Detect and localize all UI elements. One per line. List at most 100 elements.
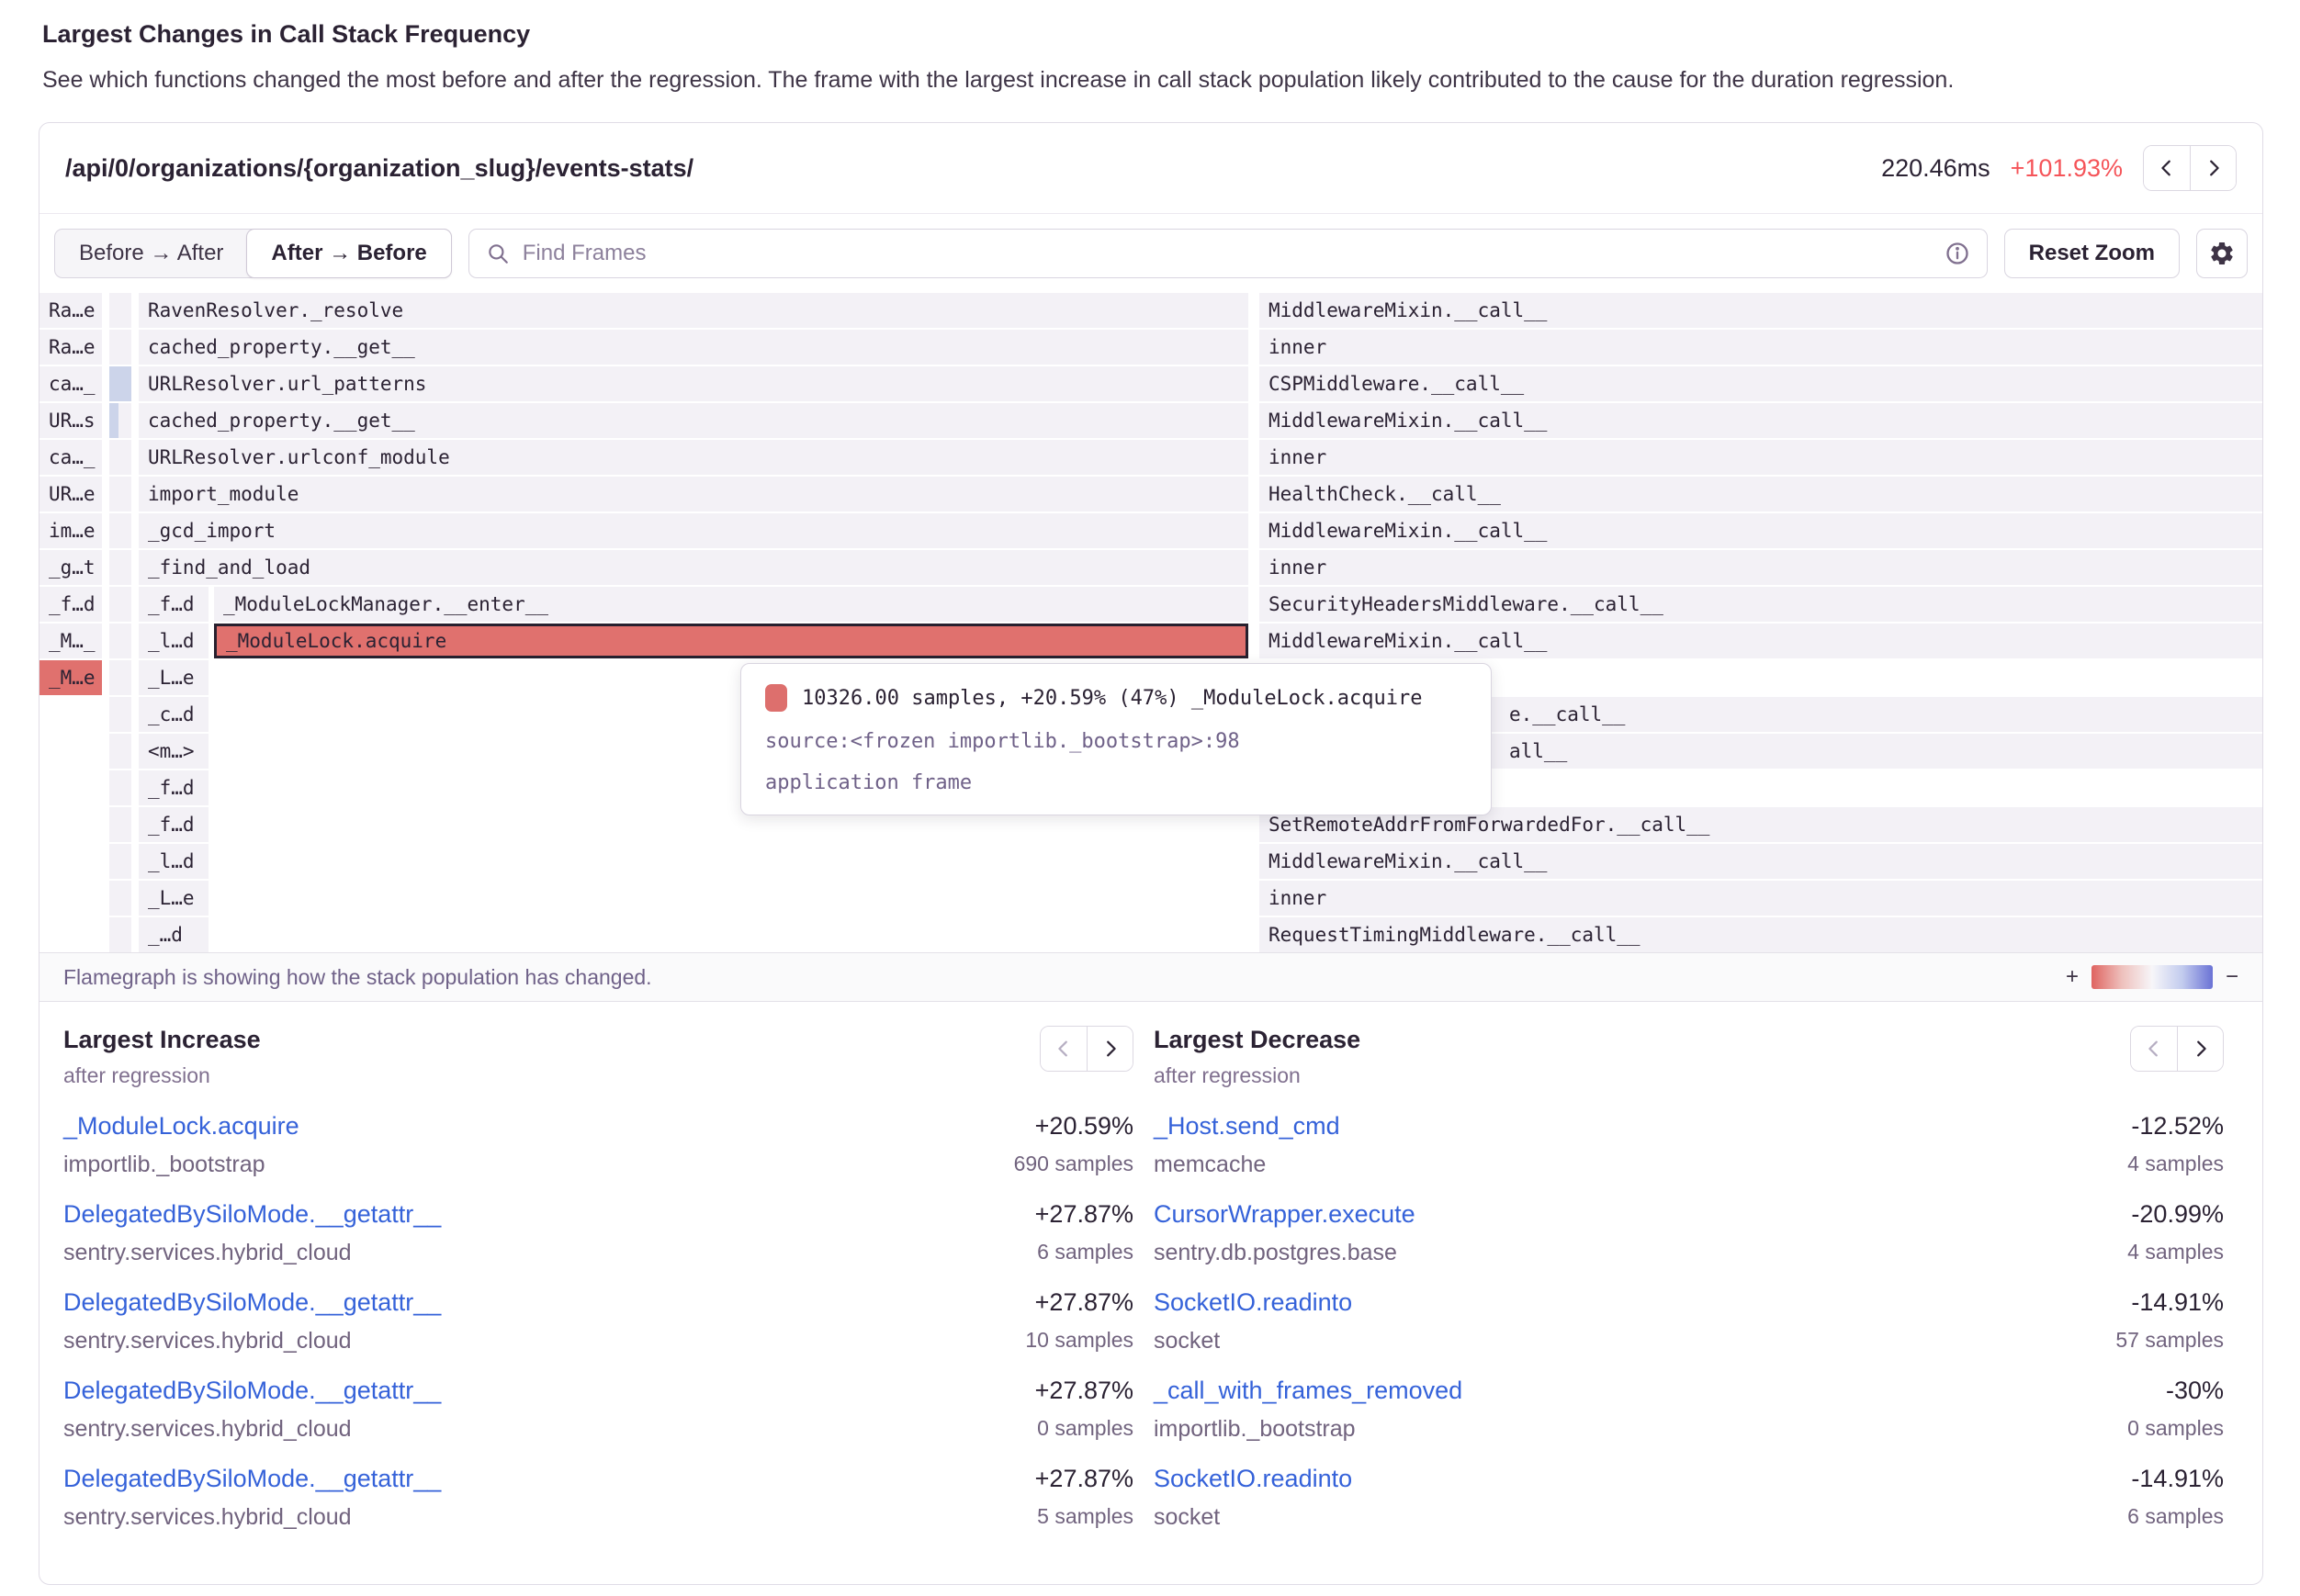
function-link[interactable]: DelegatedBySiloMode.__getattr__ bbox=[63, 1377, 441, 1405]
flame-frame[interactable]: URLResolver.url_patterns bbox=[139, 366, 1248, 401]
flame-frame[interactable]: _ModuleLockManager.__enter__ bbox=[214, 587, 1248, 622]
flame-frame[interactable]: cached_property.__get__ bbox=[139, 403, 1248, 438]
flame-frame[interactable]: import_module bbox=[139, 477, 1248, 511]
find-frames-searchbox[interactable] bbox=[468, 229, 1988, 278]
regression-percent: +101.93% bbox=[2011, 154, 2123, 183]
flame-frame[interactable] bbox=[109, 734, 131, 769]
flame-frame[interactable] bbox=[109, 697, 131, 732]
function-link[interactable]: DelegatedBySiloMode.__getattr__ bbox=[63, 1465, 441, 1493]
flame-frame[interactable]: _f…d bbox=[39, 587, 102, 622]
flame-frame[interactable]: _L…e bbox=[139, 660, 209, 695]
flame-frame[interactable] bbox=[109, 440, 131, 475]
flame-frame[interactable]: MiddlewareMixin.__call__ bbox=[1259, 844, 2262, 879]
flame-frame[interactable] bbox=[109, 477, 131, 511]
toggle-before-after[interactable]: Before → After bbox=[55, 230, 247, 277]
flame-frame[interactable]: MiddlewareMixin.__call__ bbox=[1259, 513, 2262, 548]
diff-color-legend: + − bbox=[2066, 964, 2238, 990]
flame-frame[interactable] bbox=[109, 881, 131, 916]
flame-frame[interactable]: Ra…e bbox=[39, 330, 102, 365]
function-link[interactable]: _Host.send_cmd bbox=[1154, 1112, 1340, 1141]
increase-prev-button[interactable] bbox=[1041, 1027, 1087, 1071]
flame-frame[interactable]: _L…e bbox=[139, 881, 209, 916]
flame-frame[interactable] bbox=[109, 844, 131, 879]
flame-frame[interactable]: _f…d bbox=[139, 770, 209, 805]
function-link[interactable]: DelegatedBySiloMode.__getattr__ bbox=[63, 1288, 441, 1317]
function-change-row: DelegatedBySiloMode.__getattr__sentry.se… bbox=[63, 1288, 1133, 1354]
chevron-right-icon bbox=[2191, 1039, 2211, 1059]
next-transaction-button[interactable] bbox=[2190, 146, 2236, 190]
flame-frame[interactable] bbox=[109, 770, 131, 805]
flame-frame[interactable]: HealthCheck.__call__ bbox=[1259, 477, 2262, 511]
flame-frame[interactable]: ca…_ bbox=[39, 366, 102, 401]
flame-frame[interactable]: RavenResolver._resolve bbox=[139, 293, 1248, 328]
flame-frame[interactable]: _f…d bbox=[139, 807, 209, 842]
flame-frame[interactable]: _f…d bbox=[139, 587, 209, 622]
decrease-prev-button[interactable] bbox=[2131, 1027, 2177, 1071]
function-link[interactable]: _ModuleLock.acquire bbox=[63, 1112, 299, 1141]
flame-frame[interactable] bbox=[109, 293, 131, 328]
flame-frame[interactable]: Ra…e bbox=[39, 293, 102, 328]
flame-frame[interactable] bbox=[109, 587, 131, 622]
flame-frame[interactable]: _c…d bbox=[139, 697, 209, 732]
function-link[interactable]: DelegatedBySiloMode.__getattr__ bbox=[63, 1200, 441, 1229]
function-link[interactable]: CursorWrapper.execute bbox=[1154, 1200, 1415, 1229]
decrease-next-button[interactable] bbox=[2177, 1027, 2223, 1071]
function-link[interactable]: _call_with_frames_removed bbox=[1154, 1377, 1462, 1405]
flame-frame[interactable] bbox=[109, 403, 118, 438]
flamegraph[interactable]: 10326.00 samples, +20.59% (47%) _ModuleL… bbox=[39, 293, 2262, 952]
change-percent: -20.99% bbox=[2127, 1200, 2224, 1229]
flame-frame[interactable]: UR…e bbox=[39, 477, 102, 511]
prev-transaction-button[interactable] bbox=[2144, 146, 2190, 190]
flame-frame[interactable]: MiddlewareMixin.__call__ bbox=[1259, 624, 2262, 658]
flame-frame[interactable]: CSPMiddleware.__call__ bbox=[1259, 366, 2262, 401]
diff-direction-toggle: Before → After After → Before bbox=[54, 229, 452, 278]
flame-frame[interactable]: _g…t bbox=[39, 550, 102, 585]
transaction-metrics: 220.46ms +101.93% bbox=[1881, 145, 2237, 191]
flame-frame[interactable] bbox=[109, 513, 131, 548]
flame-frame[interactable] bbox=[109, 660, 131, 695]
chevron-left-icon bbox=[1054, 1039, 1074, 1059]
flame-frame[interactable] bbox=[109, 366, 131, 401]
sample-count: 10 samples bbox=[1025, 1328, 1133, 1353]
flame-frame[interactable] bbox=[109, 550, 131, 585]
info-icon[interactable] bbox=[1945, 241, 1970, 266]
flame-frame[interactable]: _gcd_import bbox=[139, 513, 1248, 548]
flame-frame[interactable]: ca…_ bbox=[39, 440, 102, 475]
flame-frame[interactable]: _…d bbox=[139, 917, 209, 952]
toggle-after-before[interactable]: After → Before bbox=[246, 229, 451, 278]
flame-frame[interactable]: inner bbox=[1259, 330, 2262, 365]
flame-frame[interactable]: _l…d bbox=[139, 844, 209, 879]
flame-frame[interactable] bbox=[109, 917, 131, 952]
flame-frame[interactable]: SecurityHeadersMiddleware.__call__ bbox=[1259, 587, 2262, 622]
flame-frame[interactable]: URLResolver.urlconf_module bbox=[139, 440, 1248, 475]
flame-frame[interactable]: im…e bbox=[39, 513, 102, 548]
flame-frame[interactable]: RequestTimingMiddleware.__call__ bbox=[1259, 917, 2262, 952]
flame-frame[interactable]: <m…> bbox=[139, 734, 209, 769]
flame-frame[interactable]: inner bbox=[1259, 440, 2262, 475]
function-change-row: _Host.send_cmdmemcache-12.52%4 samples bbox=[1154, 1112, 2224, 1178]
transaction-header: /api/0/organizations/{organization_slug}… bbox=[39, 123, 2262, 214]
flame-frame[interactable]: MiddlewareMixin.__call__ bbox=[1259, 403, 2262, 438]
flame-frame[interactable]: _find_and_load bbox=[139, 550, 1248, 585]
flame-frame[interactable]: _M…e bbox=[39, 660, 102, 695]
increase-next-button[interactable] bbox=[1087, 1027, 1133, 1071]
function-link[interactable]: SocketIO.readinto bbox=[1154, 1288, 1352, 1317]
flame-frame[interactable]: inner bbox=[1259, 550, 2262, 585]
settings-button[interactable] bbox=[2196, 229, 2248, 278]
flame-frame[interactable] bbox=[109, 330, 131, 365]
flame-frame[interactable]: UR…s bbox=[39, 403, 102, 438]
function-link[interactable]: SocketIO.readinto bbox=[1154, 1465, 1352, 1493]
reset-zoom-button[interactable]: Reset Zoom bbox=[2004, 229, 2180, 278]
flame-frame[interactable] bbox=[109, 624, 131, 658]
flame-frame[interactable]: cached_property.__get__ bbox=[139, 330, 1248, 365]
function-change-row: DelegatedBySiloMode.__getattr__sentry.se… bbox=[63, 1465, 1133, 1531]
function-change-row: _call_with_frames_removedimportlib._boot… bbox=[1154, 1377, 2224, 1443]
flame-frame[interactable]: _ModuleLock.acquire bbox=[214, 624, 1248, 658]
flame-frame[interactable]: MiddlewareMixin.__call__ bbox=[1259, 293, 2262, 328]
find-frames-input[interactable] bbox=[523, 241, 1932, 266]
flame-frame[interactable]: inner bbox=[1259, 881, 2262, 916]
flame-frame[interactable]: _M…_ bbox=[39, 624, 102, 658]
decrease-pager bbox=[2130, 1026, 2224, 1072]
flame-frame[interactable] bbox=[109, 807, 131, 842]
flame-frame[interactable]: _l…d bbox=[139, 624, 209, 658]
